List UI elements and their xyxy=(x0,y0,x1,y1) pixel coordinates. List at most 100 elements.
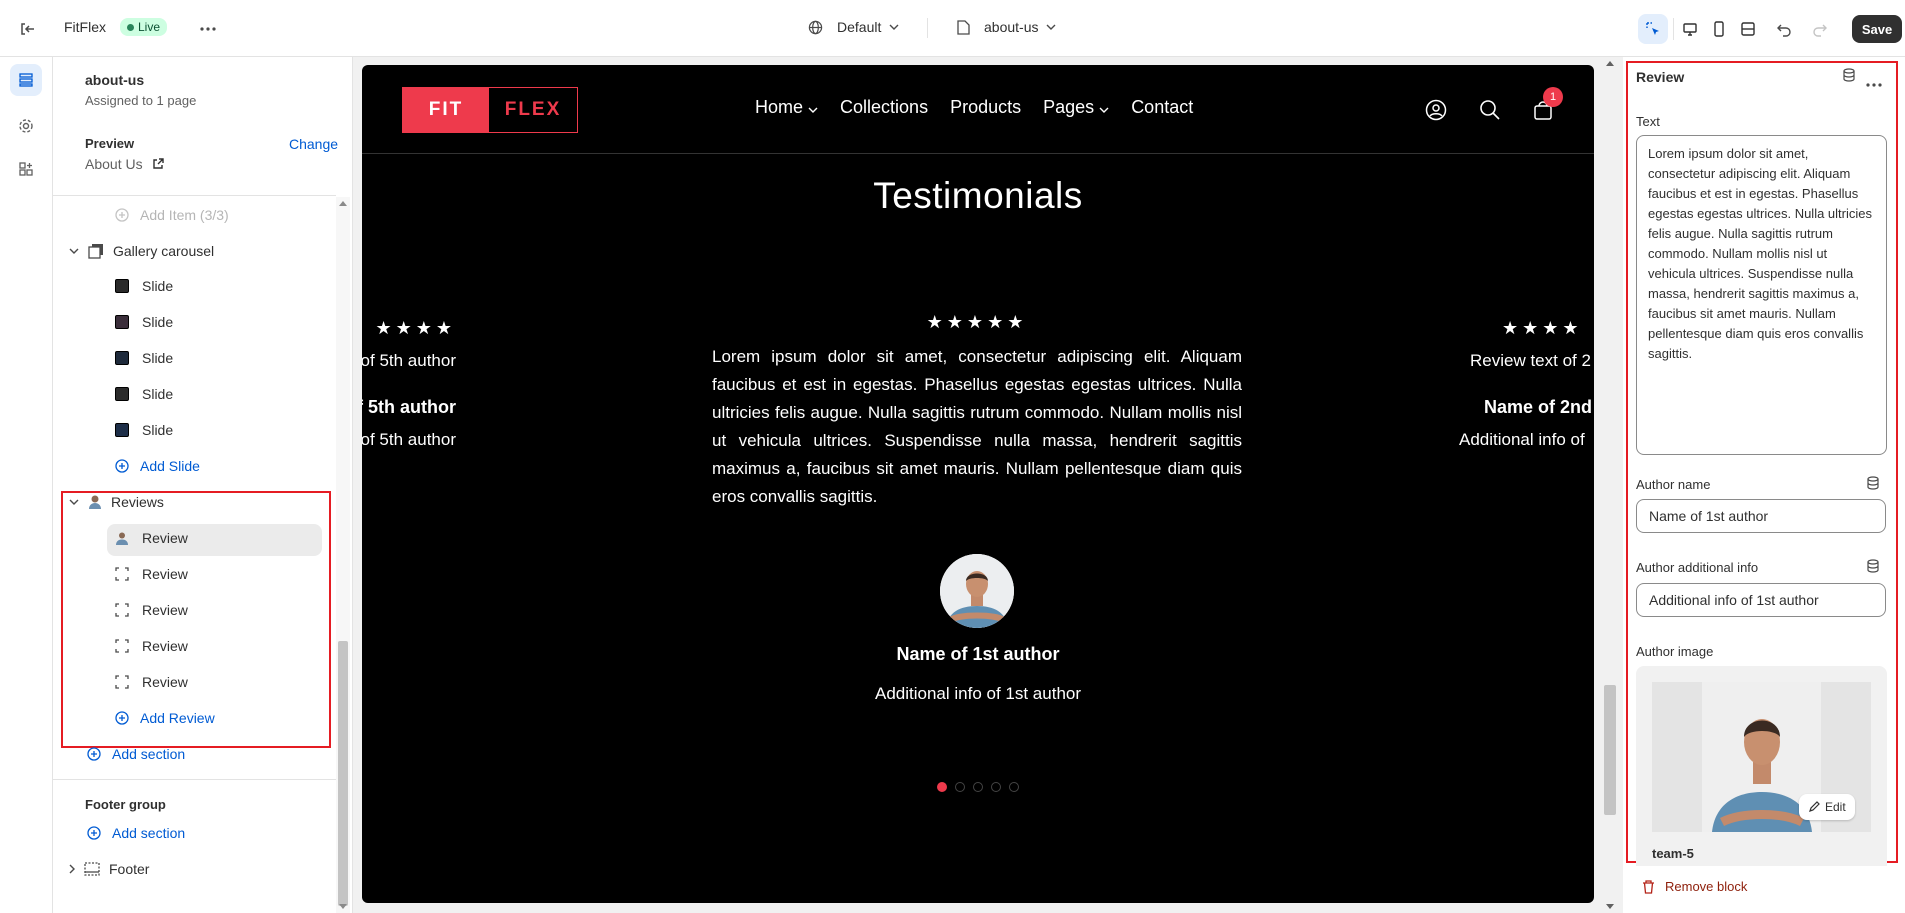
add-slide-button[interactable]: Add Slide xyxy=(115,458,200,474)
carousel-dot[interactable] xyxy=(991,782,1001,792)
account-icon[interactable] xyxy=(1425,99,1447,126)
more-icon[interactable] xyxy=(193,14,223,44)
preview-scroll-thumb[interactable] xyxy=(1604,685,1616,815)
slide-label: Slide xyxy=(142,350,174,366)
external-link-icon xyxy=(152,158,164,169)
right-review-text: Review text of 2 xyxy=(1470,351,1591,370)
template-title: about-us xyxy=(85,72,145,88)
add-section-label: Add section xyxy=(112,746,186,762)
review-label: Review xyxy=(142,530,188,546)
slide-item[interactable]: Slide xyxy=(115,314,173,330)
preview-scrollbar[interactable] xyxy=(1598,57,1623,913)
preview-page-label: About Us xyxy=(85,156,143,172)
add-item-label: Add Item (3/3) xyxy=(140,207,229,223)
carousel-dot[interactable] xyxy=(955,782,965,792)
nav-pages[interactable]: Pages xyxy=(1043,97,1109,118)
slide-item[interactable]: Slide xyxy=(115,386,173,402)
footer-icon xyxy=(84,862,100,876)
top-bar: FitFlex Live Default about-us Save xyxy=(0,0,1905,57)
add-review-label: Add Review xyxy=(140,710,215,726)
text-field[interactable]: Lorem ipsum dolor sit amet, consectetur … xyxy=(1636,135,1887,455)
mobile-view-icon[interactable] xyxy=(1704,14,1734,44)
center-author-name: Name of 1st author xyxy=(896,644,1060,664)
author-info-field[interactable]: Additional info of 1st author xyxy=(1636,583,1886,617)
gallery-carousel-section[interactable]: Gallery carousel xyxy=(69,243,214,259)
review-item[interactable]: Review xyxy=(115,674,188,690)
add-footer-section-button[interactable]: Add section xyxy=(87,825,185,841)
author-avatar xyxy=(940,554,1014,628)
author-name-label: Author name xyxy=(1636,477,1711,492)
review-item[interactable]: Review xyxy=(115,602,188,618)
edit-label: Edit xyxy=(1825,800,1846,814)
carousel-dot[interactable] xyxy=(1009,782,1019,792)
save-button[interactable]: Save xyxy=(1852,15,1902,43)
change-link[interactable]: Change xyxy=(289,136,338,152)
slide-item[interactable]: Slide xyxy=(115,350,173,366)
gallery-icon xyxy=(88,244,103,259)
fullscreen-icon[interactable] xyxy=(1733,14,1763,44)
theme-selector[interactable]: Default xyxy=(808,19,899,35)
carousel-dot[interactable] xyxy=(937,782,947,792)
database-icon[interactable] xyxy=(1866,559,1880,578)
sidebar-scroll-thumb[interactable] xyxy=(338,641,348,906)
stars-center: ★★★★★ xyxy=(926,312,1028,332)
redo-icon[interactable] xyxy=(1805,14,1835,44)
review-item[interactable]: Review xyxy=(115,530,188,546)
right-author-info: Additional info of xyxy=(1459,430,1585,449)
reviews-section[interactable]: Reviews xyxy=(69,494,164,510)
apps-icon[interactable] xyxy=(10,153,42,185)
add-review-button[interactable]: Add Review xyxy=(115,710,215,726)
image-filename: team-5 xyxy=(1652,846,1694,861)
gallery-label: Gallery carousel xyxy=(113,243,215,259)
author-image-card[interactable]: Edit team-5 xyxy=(1636,666,1887,866)
status-badge: Live xyxy=(120,18,168,36)
desktop-view-icon[interactable] xyxy=(1675,14,1705,44)
plus-circle-icon xyxy=(87,826,101,840)
plus-circle-icon xyxy=(115,208,129,222)
nav-home[interactable]: Home xyxy=(755,97,818,118)
nav-contact[interactable]: Contact xyxy=(1131,97,1193,118)
review-label: Review xyxy=(142,566,188,582)
template-selector[interactable]: about-us xyxy=(957,19,1056,35)
author-name-field[interactable]: Name of 1st author xyxy=(1636,499,1886,533)
edit-image-button[interactable]: Edit xyxy=(1799,794,1855,820)
search-icon[interactable] xyxy=(1479,99,1501,126)
exit-icon[interactable] xyxy=(12,14,42,44)
preview-label: Preview xyxy=(85,136,135,151)
nav-products[interactable]: Products xyxy=(950,97,1021,118)
center-review-text: Lorem ipsum dolor sit amet, consectetur … xyxy=(712,347,1242,506)
settings-icon[interactable] xyxy=(10,110,42,142)
add-item-button: Add Item (3/3) xyxy=(115,207,229,223)
slide-label: Slide xyxy=(142,278,174,294)
carousel-dot[interactable] xyxy=(973,782,983,792)
placeholder-icon xyxy=(115,675,129,689)
image-icon xyxy=(115,279,129,293)
image-icon xyxy=(115,351,129,365)
nav-collections[interactable]: Collections xyxy=(840,97,928,118)
slide-item[interactable]: Slide xyxy=(115,278,173,294)
chevron-down-icon xyxy=(1099,107,1109,113)
database-icon[interactable] xyxy=(1842,68,1856,87)
slide-label: Slide xyxy=(142,386,174,402)
remove-block-button[interactable]: Remove block xyxy=(1642,879,1747,894)
sections-icon[interactable] xyxy=(10,64,42,96)
chevron-down-icon xyxy=(69,248,79,254)
add-section-button[interactable]: Add section xyxy=(87,746,185,762)
assigned-text: Assigned to 1 page xyxy=(85,93,197,108)
inspector-icon[interactable] xyxy=(1638,14,1668,44)
more-icon[interactable] xyxy=(1866,74,1882,92)
review-item[interactable]: Review xyxy=(115,638,188,654)
database-icon[interactable] xyxy=(1866,476,1880,495)
left-rail xyxy=(0,57,53,913)
review-item[interactable]: Review xyxy=(115,566,188,582)
sidebar-scrollbar[interactable] xyxy=(336,197,350,913)
template-label: about-us xyxy=(984,19,1039,35)
plus-circle-icon xyxy=(87,747,101,761)
footer-section[interactable]: Footer xyxy=(69,861,149,877)
preview-page-link[interactable]: About Us xyxy=(85,156,164,172)
undo-icon[interactable] xyxy=(1769,14,1799,44)
image-icon xyxy=(115,315,129,329)
logo-flex: FLEX xyxy=(504,99,562,120)
site-logo[interactable]: FIT FLEX xyxy=(402,87,578,133)
slide-item[interactable]: Slide xyxy=(115,422,173,438)
